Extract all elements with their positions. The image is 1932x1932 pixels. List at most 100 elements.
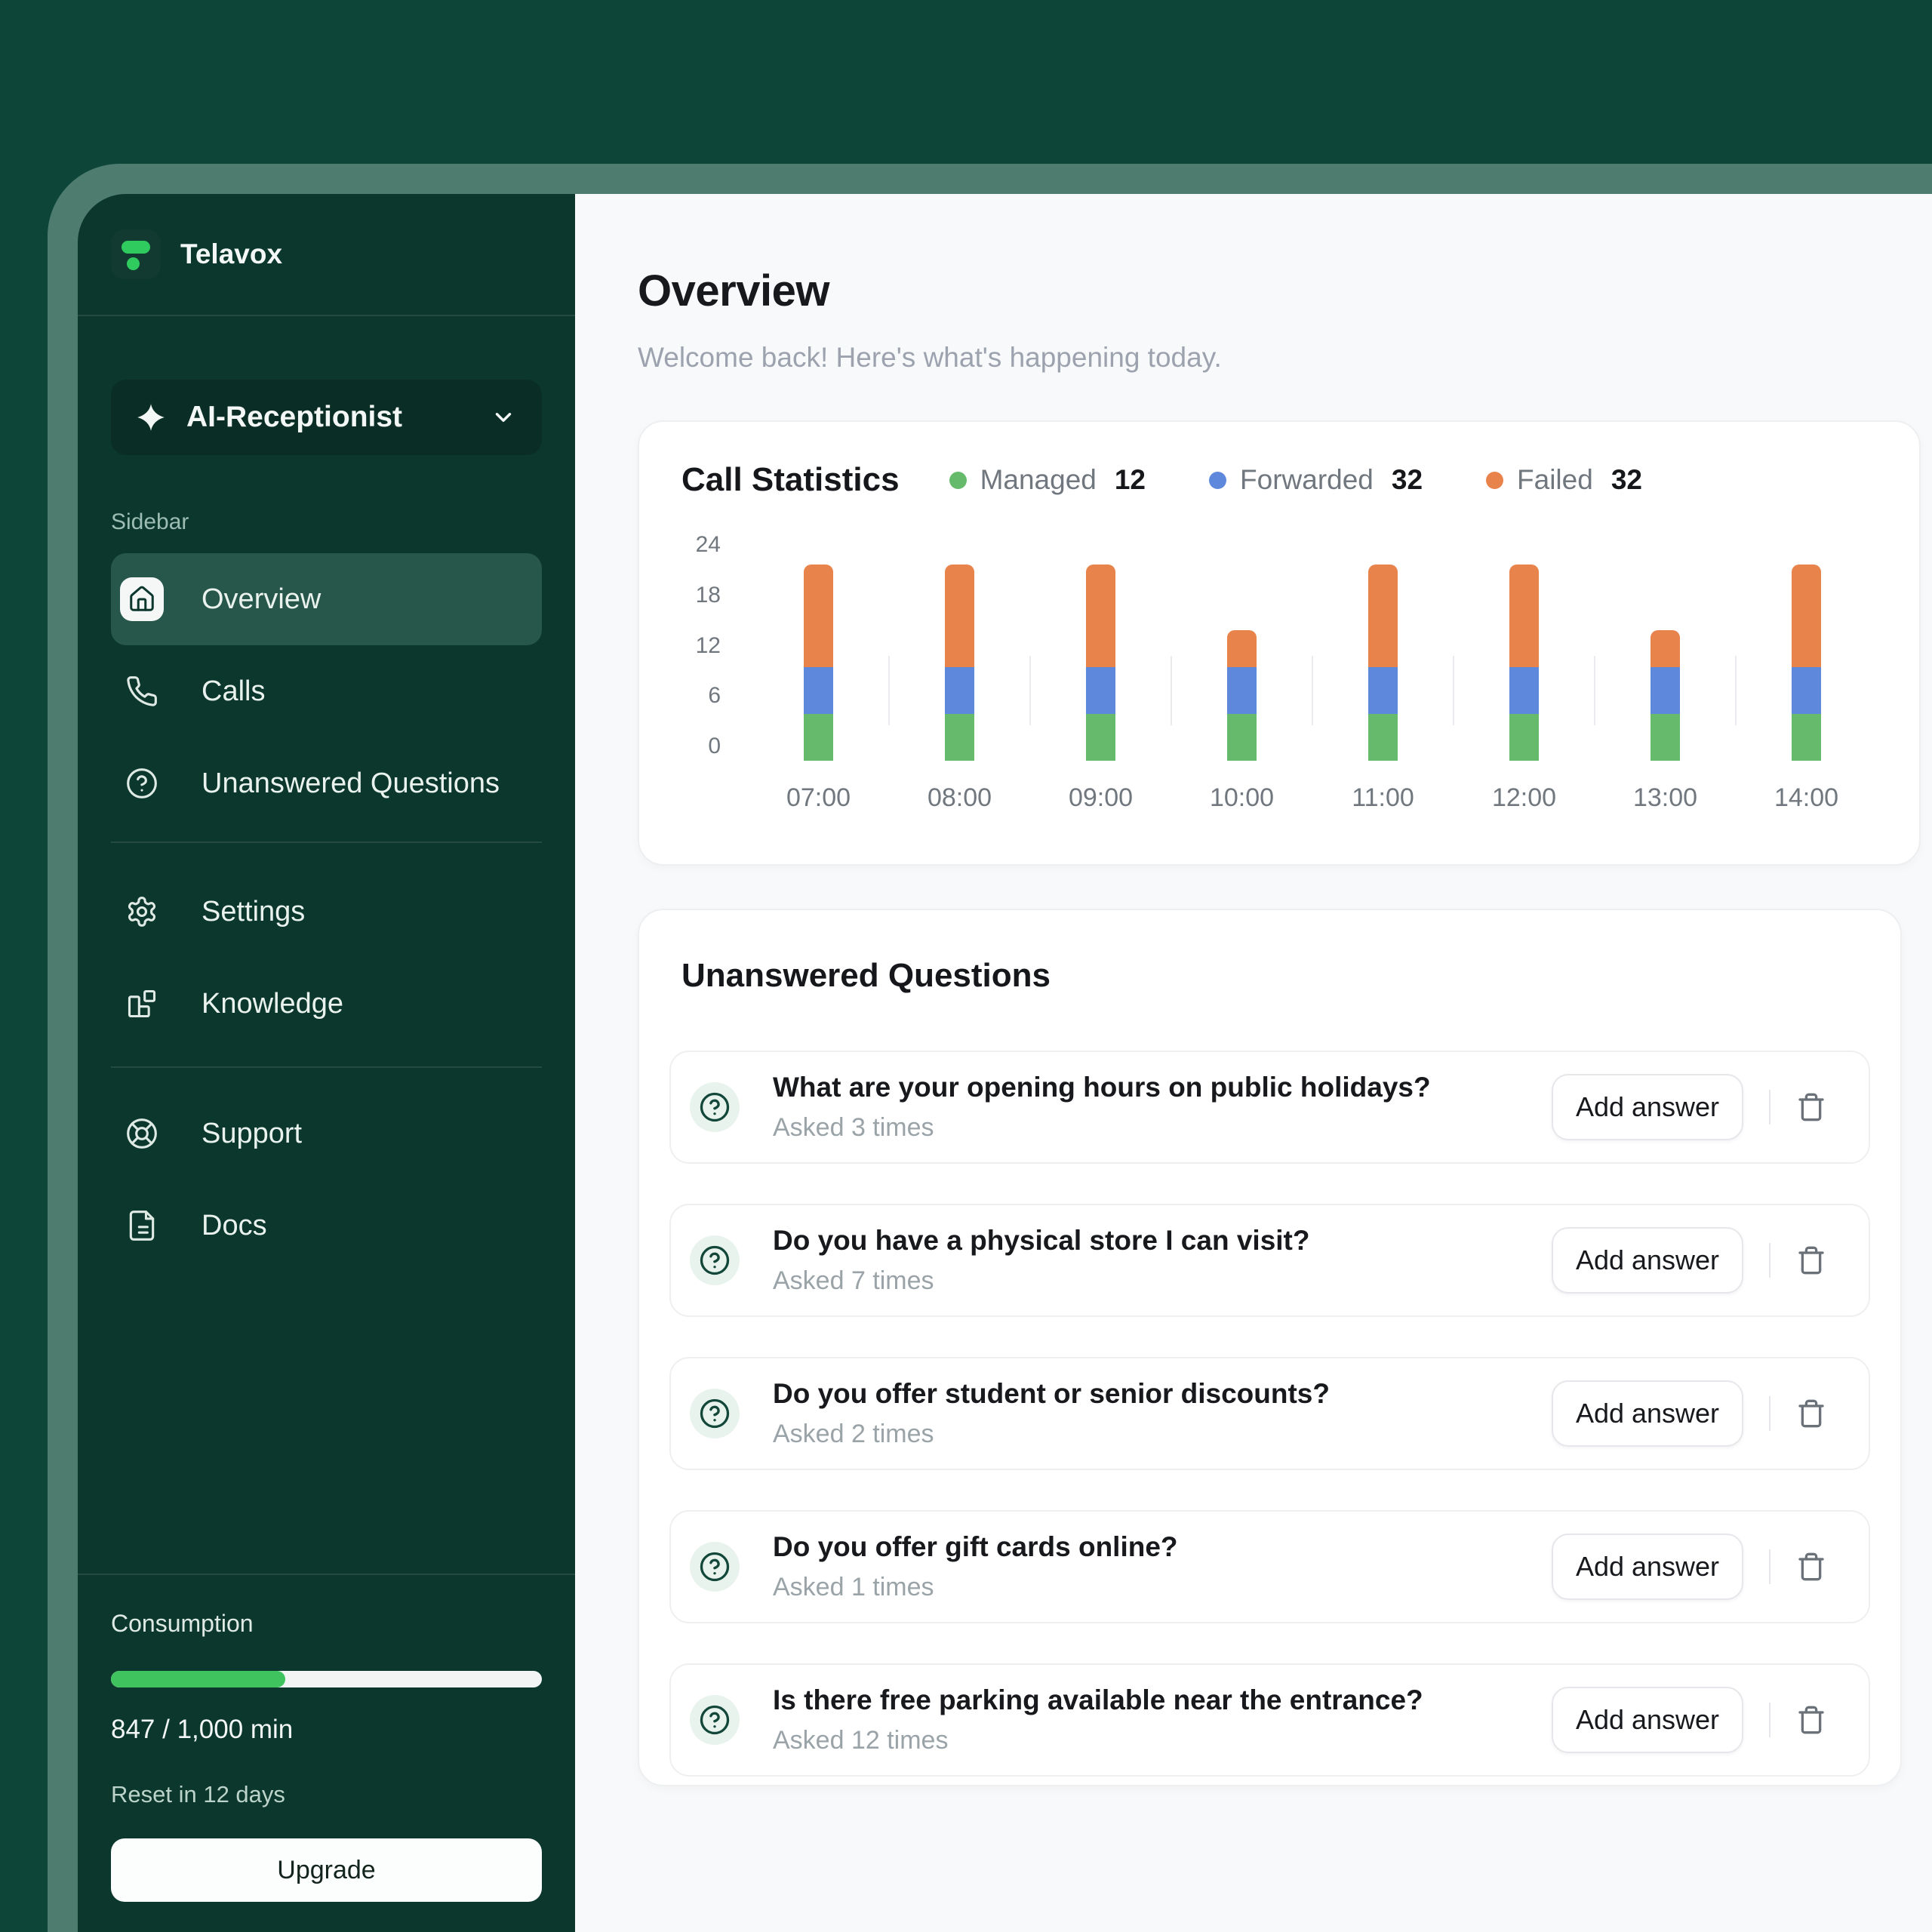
managed-dot-icon (949, 472, 967, 489)
call-statistics-title: Call Statistics (681, 461, 900, 499)
forwarded-segment (1509, 667, 1539, 714)
app-window: Telavox AI-Receptionist Sidebar (78, 194, 1932, 1932)
chart-y-axis: 24 18 12 6 0 (681, 537, 721, 761)
home-icon (120, 577, 164, 621)
sidebar-header: Telavox (78, 194, 575, 316)
managed-segment (1651, 714, 1680, 761)
workspace-switcher[interactable]: AI-Receptionist (111, 380, 542, 455)
trash-icon[interactable] (1796, 1552, 1826, 1582)
bar-group: 08:00 (889, 537, 1030, 813)
sidebar-item-overview[interactable]: Overview (111, 553, 542, 645)
managed-segment (1227, 714, 1257, 761)
y-tick-label: 18 (696, 584, 721, 607)
sidebar-item-label: Support (202, 1118, 302, 1150)
stacked-bar (1086, 565, 1115, 761)
forwarded-segment (1651, 667, 1680, 714)
x-tick-label: 14:00 (1774, 783, 1838, 813)
failed-segment (804, 565, 833, 667)
bar-group: 11:00 (1312, 537, 1454, 813)
sidebar-nav-tertiary: Support Docs (78, 1088, 575, 1272)
call-statistics-chart: 24181260 07:0008:0009:0010:0011:0012:001… (681, 537, 1877, 813)
row-divider (1769, 1243, 1770, 1278)
sidebar-item-calls[interactable]: Calls (111, 645, 542, 737)
sidebar-item-knowledge[interactable]: Knowledge (111, 958, 542, 1050)
bar-group: 13:00 (1595, 537, 1736, 813)
trash-icon[interactable] (1796, 1245, 1826, 1275)
consumption-reset: Reset in 12 days (111, 1781, 542, 1808)
x-tick-label: 10:00 (1210, 783, 1274, 813)
sidebar-divider (111, 841, 542, 843)
consumption-progress-bar (111, 1671, 542, 1687)
add-answer-button[interactable]: Add answer (1552, 1380, 1743, 1447)
sidebar-item-unanswered-questions[interactable]: Unanswered Questions (111, 737, 542, 829)
managed-segment (1792, 714, 1821, 761)
stacked-bar (1651, 630, 1680, 761)
stacked-bar (804, 565, 833, 761)
workspace-switcher-label: AI-Receptionist (186, 401, 491, 434)
managed-segment (1368, 714, 1398, 761)
upgrade-button[interactable]: Upgrade (111, 1838, 542, 1902)
question-row: What are your opening hours on public ho… (669, 1051, 1870, 1164)
x-tick-label: 13:00 (1633, 783, 1697, 813)
question-row: Is there free parking available near the… (669, 1663, 1870, 1777)
managed-segment (945, 714, 974, 761)
question-text: What are your opening hours on public ho… (773, 1072, 1552, 1103)
blocks-icon (120, 982, 164, 1026)
y-tick-label: 12 (696, 635, 721, 657)
trash-icon[interactable] (1796, 1092, 1826, 1122)
help-circle-icon (120, 761, 164, 805)
add-answer-button[interactable]: Add answer (1552, 1074, 1743, 1140)
document-icon (120, 1204, 164, 1247)
chart-legend: Managed 12 Forwarded 32 Failed 32 (949, 464, 1642, 496)
forwarded-dot-icon (1209, 472, 1226, 489)
y-tick-label: 0 (708, 735, 721, 758)
add-answer-button[interactable]: Add answer (1552, 1534, 1743, 1600)
lifebuoy-icon (120, 1112, 164, 1155)
add-answer-button[interactable]: Add answer (1552, 1227, 1743, 1294)
sidebar-item-settings[interactable]: Settings (111, 866, 542, 958)
question-mark-icon (690, 1389, 740, 1438)
sidebar-item-label: Overview (202, 583, 321, 616)
asked-count: Asked 7 times (773, 1266, 1552, 1296)
trash-icon[interactable] (1796, 1398, 1826, 1429)
stacked-bar (1227, 630, 1257, 761)
page-subtitle: Welcome back! Here's what's happening to… (638, 342, 1932, 374)
managed-segment (804, 714, 833, 761)
sparkle-icon (137, 403, 165, 432)
failed-segment (1086, 565, 1115, 667)
sidebar-nav-primary: Overview Calls (78, 553, 575, 829)
asked-count: Asked 12 times (773, 1726, 1552, 1755)
consumption-usage: 847 / 1,000 min (111, 1715, 542, 1745)
trash-icon[interactable] (1796, 1705, 1826, 1735)
logo-dot-shape (127, 257, 140, 270)
question-rows: What are your opening hours on public ho… (669, 1051, 1870, 1777)
failed-segment (1368, 565, 1398, 667)
x-tick-label: 09:00 (1069, 783, 1133, 813)
question-row: Do you offer student or senior discounts… (669, 1357, 1870, 1470)
stacked-bar (1792, 565, 1821, 761)
sidebar-item-label: Calls (202, 675, 265, 708)
sidebar: Telavox AI-Receptionist Sidebar (78, 194, 575, 1932)
stacked-bar (1368, 565, 1398, 761)
main-content: Overview Welcome back! Here's what's hap… (575, 194, 1932, 1932)
x-tick-label: 07:00 (786, 783, 851, 813)
sidebar-item-support[interactable]: Support (111, 1088, 542, 1180)
y-tick-label: 24 (696, 534, 721, 556)
question-text: Do you have a physical store I can visit… (773, 1225, 1552, 1257)
sidebar-item-docs[interactable]: Docs (111, 1180, 542, 1272)
sidebar-divider (111, 1066, 542, 1068)
stacked-bar (1509, 565, 1539, 761)
asked-count: Asked 2 times (773, 1420, 1552, 1449)
row-divider (1769, 1703, 1770, 1737)
telavox-logo-icon (111, 229, 161, 279)
y-tick-label: 6 (708, 685, 721, 707)
sidebar-nav-secondary: Settings Knowledge (78, 866, 575, 1050)
call-statistics-header: Call Statistics Managed 12 Forwarded 32 (681, 461, 1877, 499)
legend-item-managed: Managed 12 (949, 464, 1146, 496)
sidebar-item-label: Knowledge (202, 988, 343, 1020)
chart-plot: 07:0008:0009:0010:0011:0012:0013:0014:00 (748, 537, 1877, 813)
app-canvas: Telavox AI-Receptionist Sidebar (0, 0, 1932, 1932)
add-answer-button[interactable]: Add answer (1552, 1687, 1743, 1753)
sidebar-section-label: Sidebar (111, 509, 542, 535)
question-mark-icon (690, 1235, 740, 1285)
